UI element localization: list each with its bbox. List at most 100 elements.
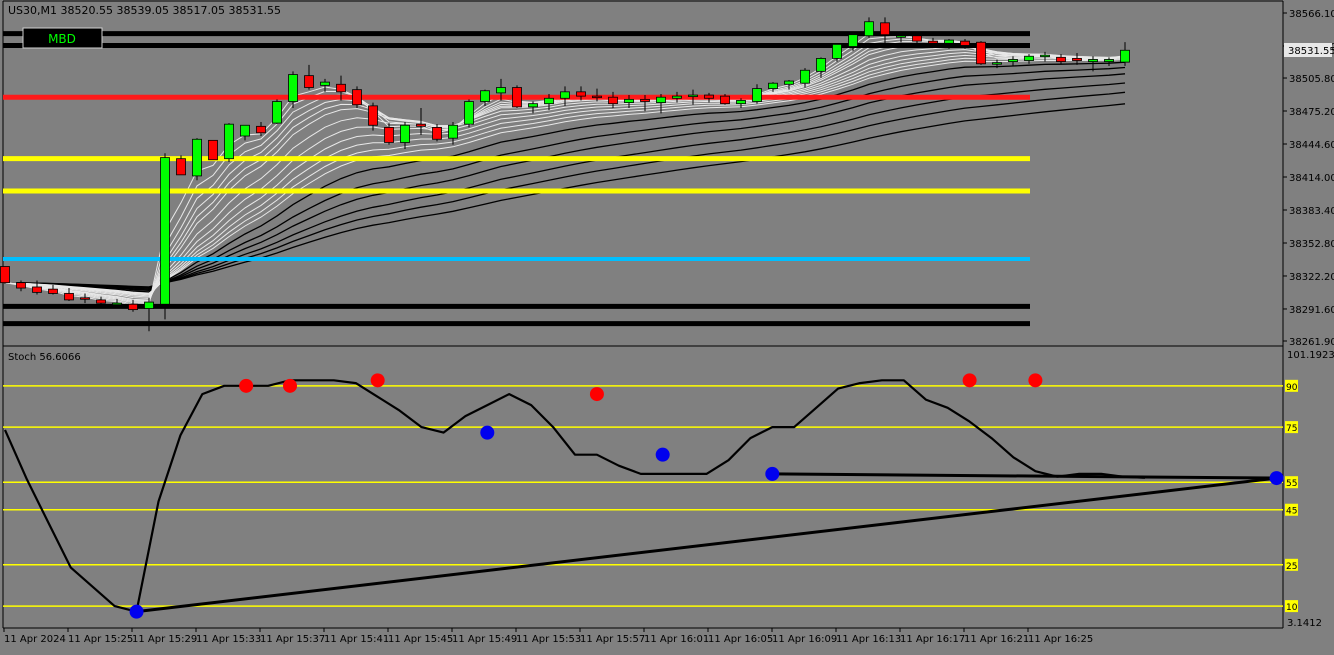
stoch-high-marker [962,373,977,388]
candle-body-bear [1056,56,1066,63]
candle [192,138,202,181]
candle [176,155,186,176]
candle [976,41,986,65]
candle-body-bull [464,101,474,125]
candle-body-bull [736,100,746,105]
stoch-scale-bottom: 3.1412 [1287,618,1322,629]
time-tick-label: 11 Apr 16:25 [1028,634,1093,645]
stoch-low-marker [765,466,780,481]
candle [160,153,170,320]
candle-body-bull [944,39,954,44]
candle-body-bull [896,35,906,38]
candle-body-bear [32,286,42,293]
time-tick-label: 11 Apr 15:29 [132,634,197,645]
stoch-title: Stoch 56.6066 [8,352,81,363]
mbd-badge[interactable]: MBD [22,27,103,49]
price-tick-label: 38566.10 [1289,9,1334,20]
candle-body-bull [320,81,330,86]
stoch-level-label: 90 [1286,383,1298,393]
candle [464,99,474,128]
time-tick-label: 11 Apr 15:45 [388,634,453,645]
candle-body-bull [112,302,122,306]
candle [352,86,362,108]
candle-body-bear [0,266,10,284]
candle-body-bull [688,94,698,97]
candle-body-bear [416,123,426,127]
candle-body-bull [816,57,826,72]
time-tick-label: 11 Apr 16:21 [964,634,1029,645]
chart-svg: US30,M1 38520.55 38539.05 38517.05 38531… [0,0,1334,651]
candle-body-bull [848,34,858,47]
candle-body-bear [1072,57,1082,61]
price-tick-label: 38291.60 [1289,305,1334,316]
price-tick-label: 38414.00 [1289,173,1334,184]
candle-body-bear [960,40,970,46]
candle-body-bull [240,124,250,137]
candle-body-bear [432,127,442,140]
candle-body-bear [592,95,602,99]
time-tick-label: 11 Apr 15:37 [260,634,325,645]
candle-body-bull [496,87,506,94]
candle-body-bull [1104,59,1114,63]
candle-body-bear [384,127,394,143]
candle-body-bull [1120,49,1130,63]
time-tick-label: 11 Apr 16:05 [708,634,773,645]
candle-body-bear [928,40,938,44]
stoch-high-marker [1028,373,1043,388]
stoch-high-marker [370,373,385,388]
candle-body-bull [544,97,554,105]
candle-body-bear [912,35,922,42]
candle-body-bull [800,69,810,84]
candle-body-bull [1088,59,1098,63]
time-tick-label: 11 Apr 2024 [4,634,66,645]
price-tick-label: 38444.60 [1289,140,1334,151]
stoch-high-marker [283,378,297,393]
stoch-high-marker [239,378,254,393]
time-tick-label: 11 Apr 16:17 [900,634,965,645]
candle-body-bear [576,91,586,97]
price-tick-label: 38322.20 [1289,272,1334,283]
time-tick-label: 11 Apr 16:13 [836,634,901,645]
price-tick-label: 38352.80 [1289,239,1334,250]
candle-body-bear [704,94,714,99]
candle-body-bull [144,301,154,309]
candle-body-bull [272,101,282,124]
candle-body-bear [976,41,986,65]
candle-body-bull [480,90,490,102]
candle [208,139,218,161]
candle-body-bear [80,297,90,300]
candle-body-bear [64,293,74,301]
current-price-tag: 38531.55 [1284,43,1334,57]
candle-body-bull [224,123,234,160]
candle-body-bull [992,62,1002,65]
candle-body-bull [656,96,666,104]
candle-body-bear [128,303,138,311]
candle-body-bull [1040,54,1050,58]
time-tick-label: 11 Apr 15:41 [324,634,389,645]
stoch-low-marker [1269,471,1284,486]
stoch-level-label: 75 [1286,424,1297,434]
candle [0,266,10,284]
time-tick-label: 11 Apr 15:53 [516,634,581,645]
candle-body-bull [864,21,874,37]
candle-body-bull [448,124,458,139]
time-tick-label: 11 Apr 15:25 [68,634,133,645]
candle-body-bear [368,105,378,126]
stoch-high-marker [589,387,604,402]
stoch-scale-top: 101.1923 [1287,350,1334,361]
price-tick-label: 38505.80 [1289,74,1334,85]
candle-body-bull [672,95,682,99]
candle [272,99,282,125]
symbol-info: US30,M1 38520.55 38539.05 38517.05 38531… [8,4,281,17]
time-tick-label: 11 Apr 16:01 [644,634,709,645]
candle-body-bull [1008,59,1018,63]
candle-body-bear [304,75,314,88]
candle-body-bear [48,288,58,294]
time-tick-label: 11 Apr 15:33 [196,634,261,645]
time-tick-label: 11 Apr 15:49 [452,634,517,645]
candle-body-bear [208,139,218,161]
candle-body-bull [784,80,794,85]
candle-body-bull [768,82,778,89]
price-tick-label: 38383.40 [1289,206,1334,217]
candle-body-bull [288,74,298,102]
